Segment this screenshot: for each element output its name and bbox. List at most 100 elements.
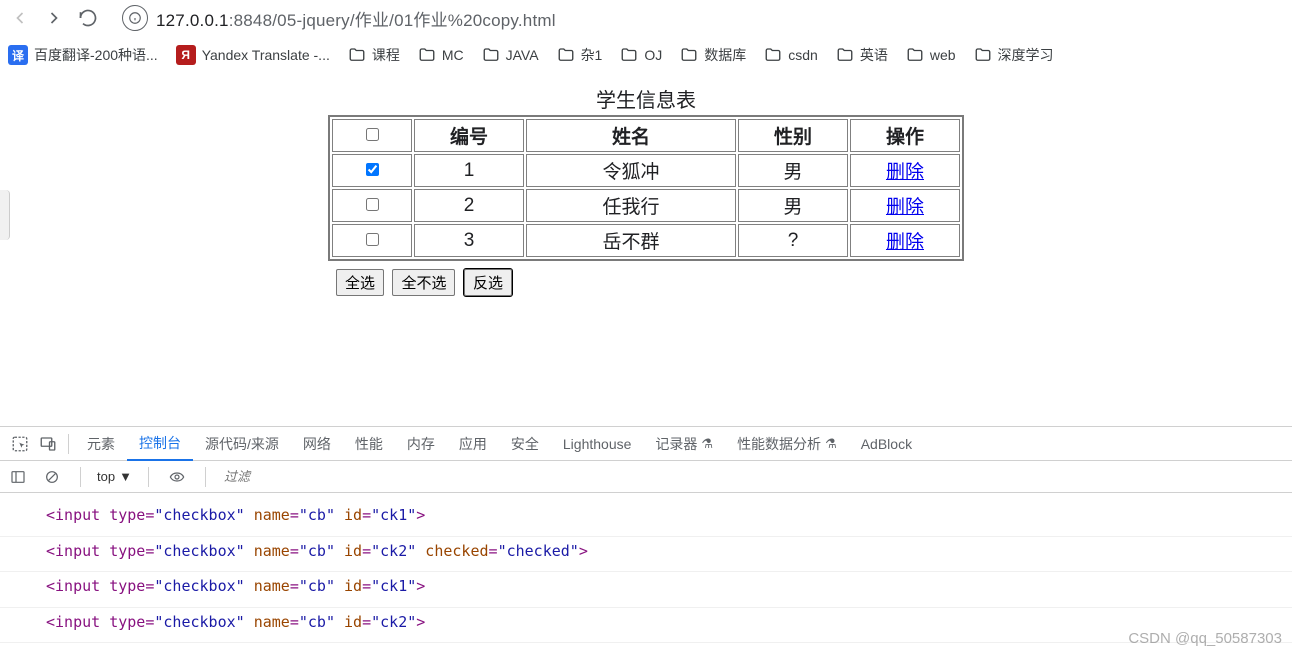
devtools-tab[interactable]: 源代码/来源 <box>193 427 291 461</box>
folder-icon <box>482 46 500 64</box>
bookmark-favicon: 译 <box>8 45 28 65</box>
bookmark-label: 百度翻译-200种语... <box>34 45 158 65</box>
console-log-line[interactable]: <input type="checkbox" name="cb" id="ck1… <box>0 501 1292 537</box>
delete-link[interactable]: 删除 <box>886 197 924 218</box>
separator <box>68 434 69 454</box>
bookmark-item[interactable]: 译百度翻译-200种语... <box>8 45 158 65</box>
bookmark-label: web <box>930 47 956 63</box>
folder-icon <box>418 46 436 64</box>
bookmarks-bar: 译百度翻译-200种语... ЯYandex Translate -... 课程 MC… <box>0 36 1292 74</box>
folder-icon <box>557 46 575 64</box>
folder-icon <box>974 46 992 64</box>
devtools-tab[interactable]: Lighthouse <box>551 427 644 461</box>
bookmark-label: MC <box>442 47 464 63</box>
clear-console-icon[interactable] <box>40 469 64 485</box>
url-host: 127.0.0.1 <box>156 11 229 30</box>
separator <box>205 467 206 487</box>
row-checkbox[interactable] <box>366 233 379 246</box>
bookmark-label: OJ <box>644 47 662 63</box>
cell-name: 岳不群 <box>526 224 736 257</box>
devtools-panel: 元素控制台源代码/来源网络性能内存应用安全Lighthouse记录器⚗性能数据分… <box>0 426 1292 653</box>
table-row: 1令狐冲男删除 <box>332 154 960 187</box>
invert-selection-button[interactable]: 反选 <box>464 269 512 296</box>
row-checkbox[interactable] <box>366 198 379 211</box>
filter-input[interactable] <box>222 468 342 485</box>
folder-icon <box>680 46 698 64</box>
separator <box>80 467 81 487</box>
table-header-row: 编号 姓名 性别 操作 <box>332 119 960 152</box>
separator <box>148 467 149 487</box>
bookmark-item[interactable]: OJ <box>620 46 662 64</box>
cell-id: 3 <box>414 224 524 257</box>
bookmark-item[interactable]: csdn <box>764 46 818 64</box>
page-content: 学生信息表 编号 姓名 性别 操作 1令狐冲男删除2任我行男删除3岳不群?删除 … <box>0 74 1292 296</box>
cell-gender: 男 <box>738 189 848 222</box>
devtools-tab[interactable]: 内存 <box>395 427 447 461</box>
devtools-tab[interactable]: 记录器⚗ <box>643 427 725 461</box>
select-all-button[interactable]: 全选 <box>336 269 384 296</box>
reload-icon[interactable] <box>76 6 100 30</box>
console-log-line[interactable]: <input type="checkbox" name="cb" id="ck2… <box>0 608 1292 644</box>
back-icon[interactable] <box>8 6 32 30</box>
sidebar-toggle-icon[interactable] <box>6 469 30 485</box>
header-name: 姓名 <box>526 119 736 152</box>
context-selector[interactable]: top ▼ <box>97 469 132 484</box>
bookmark-item[interactable]: 数据库 <box>680 45 746 65</box>
bookmark-item[interactable]: web <box>906 46 956 64</box>
bookmark-item[interactable]: MC <box>418 46 464 64</box>
button-row: 全选 全不选 反选 <box>336 269 956 296</box>
select-all-checkbox[interactable] <box>366 128 379 141</box>
delete-link[interactable]: 删除 <box>886 232 924 253</box>
delete-link[interactable]: 删除 <box>886 162 924 183</box>
left-edge-handle[interactable] <box>0 190 10 240</box>
url-text[interactable]: 127.0.0.1:8848/05-jquery/作业/01作业%20copy.… <box>156 6 556 31</box>
header-id: 编号 <box>414 119 524 152</box>
table-row: 2任我行男删除 <box>332 189 960 222</box>
console-log-line[interactable]: <input type="checkbox" name="cb" id="ck2… <box>0 537 1292 573</box>
live-expression-icon[interactable] <box>165 469 189 485</box>
folder-icon <box>906 46 924 64</box>
bookmark-label: csdn <box>788 47 818 63</box>
select-none-button[interactable]: 全不选 <box>392 269 455 296</box>
devtools-tab[interactable]: 应用 <box>447 427 499 461</box>
inspect-element-icon[interactable] <box>6 435 34 453</box>
devtools-tab[interactable]: 性能 <box>343 427 395 461</box>
bookmark-item[interactable]: 课程 <box>348 45 400 65</box>
forward-icon[interactable] <box>42 6 66 30</box>
preview-badge-icon: ⚗ <box>701 436 713 452</box>
folder-icon <box>620 46 638 64</box>
bookmark-item[interactable]: 英语 <box>836 45 888 65</box>
device-toggle-icon[interactable] <box>34 435 62 453</box>
bookmark-item[interactable]: JAVA <box>482 46 539 64</box>
preview-badge-icon: ⚗ <box>825 436 837 452</box>
watermark: CSDN @qq_50587303 <box>1128 630 1282 647</box>
bookmark-item[interactable]: 深度学习 <box>974 45 1054 65</box>
bookmark-item[interactable]: ЯYandex Translate -... <box>176 45 330 65</box>
bookmark-item[interactable]: 杂1 <box>557 45 603 65</box>
devtools-tab[interactable]: 控制台 <box>127 427 193 461</box>
console-toolbar: top ▼ <box>0 461 1292 493</box>
row-checkbox[interactable] <box>366 163 379 176</box>
bookmark-label: 杂1 <box>581 45 603 65</box>
context-label: top <box>97 469 115 484</box>
devtools-tab[interactable]: 网络 <box>291 427 343 461</box>
cell-id: 1 <box>414 154 524 187</box>
cell-name: 令狐冲 <box>526 154 736 187</box>
console-log-line[interactable]: <input type="checkbox" name="cb" id="ck1… <box>0 572 1292 608</box>
folder-icon <box>764 46 782 64</box>
bookmark-favicon: Я <box>176 45 196 65</box>
devtools-tab[interactable]: 安全 <box>499 427 551 461</box>
table-caption: 学生信息表 <box>0 84 1292 113</box>
site-info-icon[interactable] <box>122 5 148 31</box>
toolbar-fade <box>1172 0 1292 36</box>
chevron-down-icon: ▼ <box>119 469 132 484</box>
devtools-tab[interactable]: AdBlock <box>849 427 924 461</box>
header-gender: 性别 <box>738 119 848 152</box>
cell-gender: ? <box>738 224 848 257</box>
devtools-tab[interactable]: 元素 <box>75 427 127 461</box>
bookmark-label: 英语 <box>860 45 888 65</box>
console-output: <input type="checkbox" name="cb" id="ck1… <box>0 493 1292 653</box>
folder-icon <box>836 46 854 64</box>
devtools-tab[interactable]: 性能数据分析⚗ <box>725 427 849 461</box>
devtools-tabs: 元素控制台源代码/来源网络性能内存应用安全Lighthouse记录器⚗性能数据分… <box>0 427 1292 461</box>
